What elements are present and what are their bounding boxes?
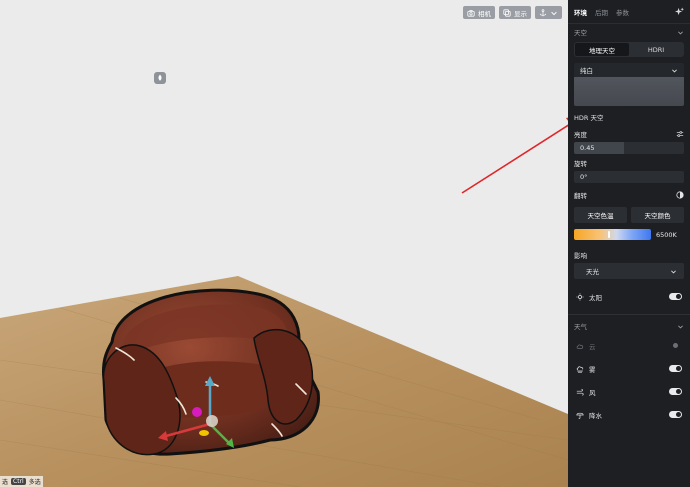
fog-label: 雾 — [589, 365, 596, 374]
wind-row: 风 — [568, 380, 690, 403]
status-hint: 选 Ctrl 多选 — [0, 476, 43, 487]
fog-row: 雾 — [568, 357, 690, 380]
cloud-label: 云 — [589, 342, 596, 351]
color-temperature-row: 6500K — [574, 229, 684, 240]
annotation-arrow — [461, 117, 568, 194]
cloud-toggle[interactable] — [669, 342, 682, 349]
hdr-sky-row: HDR 天空 — [568, 108, 690, 125]
influence-row: 影响 — [568, 246, 690, 263]
precipitation-toggle[interactable] — [669, 411, 682, 418]
panel-tabs: 环境 后期 参数 — [568, 0, 690, 24]
rotation-label: 旋转 — [574, 159, 587, 168]
sky-preview-swatch[interactable] — [574, 77, 684, 106]
fog-icon — [576, 365, 584, 373]
brightness-label: 亮度 — [574, 130, 587, 139]
sky-color-temp-button[interactable]: 天空色温 — [574, 207, 627, 223]
display-icon — [503, 8, 511, 17]
camera-button[interactable]: 相机 — [463, 6, 495, 19]
light-bulb-icon — [158, 74, 162, 81]
hdr-sky-title: HDR 天空 — [574, 113, 604, 122]
color-temperature-knob[interactable] — [608, 231, 610, 238]
brightness-value: 0.45 — [580, 144, 595, 152]
brightness-row: 亮度 — [568, 125, 690, 142]
rotation-row: 旋转 — [568, 154, 690, 171]
scene-canvas[interactable] — [0, 0, 568, 487]
status-hint-multiselect: 多选 — [28, 479, 41, 486]
wind-toggle[interactable] — [669, 388, 682, 395]
armchair-model — [102, 288, 320, 456]
chevron-down-icon — [551, 11, 557, 15]
chevron-down-icon — [671, 270, 676, 273]
status-hint-select: 选 — [2, 479, 9, 486]
sun-toggle[interactable] — [669, 293, 682, 300]
wind-icon — [576, 388, 584, 396]
sun-label: 太阳 — [589, 293, 602, 302]
chevron-down-icon — [678, 31, 683, 34]
sky-section-title: 天空 — [574, 29, 587, 37]
ctrl-key-badge: Ctrl — [11, 478, 26, 485]
gizmo-mode-dropdown[interactable] — [535, 6, 562, 19]
influence-value: 天光 — [586, 268, 599, 276]
camera-icon — [467, 9, 475, 17]
sky-preset-value: 纯白 — [580, 67, 593, 75]
sun-icon — [576, 292, 584, 301]
weather-section-title: 天气 — [574, 323, 587, 331]
chevron-down-icon — [672, 69, 677, 72]
fog-toggle[interactable] — [669, 365, 682, 372]
display-button[interactable]: 显示 — [499, 6, 531, 19]
segment-hdri[interactable]: HDRI — [629, 43, 683, 56]
cloud-icon — [576, 344, 584, 349]
flip-label: 翻转 — [574, 191, 587, 200]
brightness-slider[interactable]: 0.45 — [574, 142, 684, 154]
precipitation-row: 降水 — [568, 403, 690, 426]
precipitation-label: 降水 — [589, 411, 602, 420]
flip-row: 翻转 — [568, 186, 690, 203]
chevron-down-icon — [678, 325, 683, 328]
camera-label: 相机 — [478, 9, 491, 18]
sliders-icon[interactable] — [676, 130, 684, 138]
tab-environment[interactable]: 环境 — [574, 7, 587, 17]
sparkle-icon[interactable] — [675, 7, 684, 16]
rotation-input[interactable]: 0° — [574, 171, 684, 183]
environment-panel: 环境 后期 参数 天空 地理天空 HDRI 纯白 HDR 天空 亮度 0.45 … — [568, 0, 690, 487]
sky-color-buttons: 天空色温 天空颜色 — [574, 207, 684, 223]
sky-tint-button[interactable]: 天空颜色 — [631, 207, 684, 223]
weather-section-header[interactable]: 天气 — [568, 318, 690, 334]
sun-row: 太阳 — [568, 285, 690, 308]
anchor-icon — [539, 8, 547, 16]
sky-section-header[interactable]: 天空 — [568, 24, 690, 40]
contrast-icon[interactable] — [676, 190, 684, 199]
color-temperature-slider[interactable] — [574, 229, 651, 240]
wind-label: 风 — [589, 388, 596, 397]
cloud-row: 云 — [568, 334, 690, 357]
viewport-toolbar: 相机 显示 — [463, 6, 562, 19]
color-temperature-value: 6500K — [656, 230, 677, 239]
display-label: 显示 — [514, 9, 527, 18]
precipitation-icon — [576, 412, 584, 419]
light-marker[interactable] — [154, 72, 166, 84]
tab-params[interactable]: 参数 — [616, 7, 629, 17]
tab-post[interactable]: 后期 — [595, 7, 608, 17]
section-divider — [568, 314, 690, 315]
3d-viewport[interactable]: 相机 显示 选 Ctrl 多选 — [0, 0, 568, 487]
influence-select[interactable]: 天光 — [574, 263, 684, 279]
influence-label: 影响 — [574, 251, 587, 260]
sky-preset-dropdown[interactable]: 纯白 — [574, 63, 684, 77]
sky-type-segmented: 地理天空 HDRI — [574, 42, 684, 57]
segment-geo-sky[interactable]: 地理天空 — [575, 43, 629, 56]
